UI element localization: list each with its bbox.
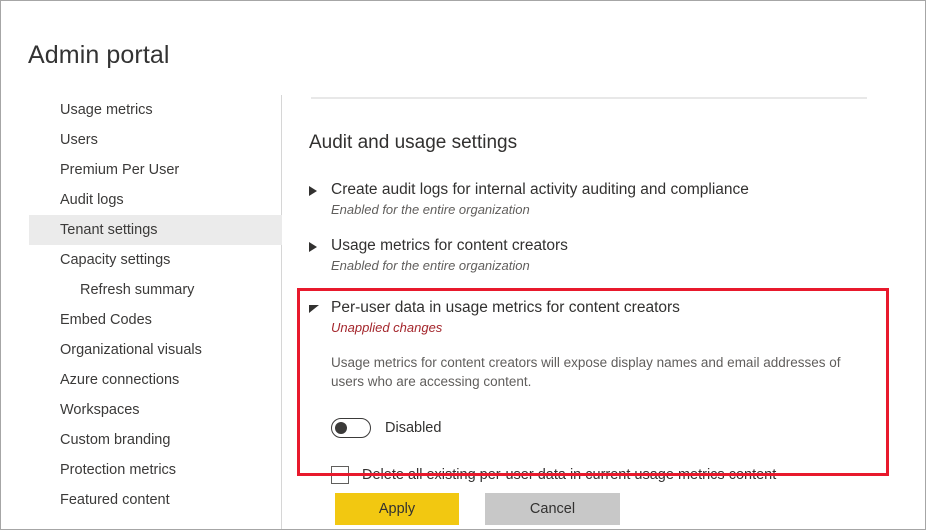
section-title: Audit and usage settings: [309, 131, 517, 155]
toggle-switch-off-icon[interactable]: [331, 418, 371, 438]
content-divider: [311, 97, 867, 99]
sidebar-item-featured-content[interactable]: Featured content: [2, 485, 282, 515]
sidebar-item-azure-connections[interactable]: Azure connections: [2, 365, 282, 395]
page-title: Admin portal: [28, 39, 170, 71]
sidebar-item-usage-metrics[interactable]: Usage metrics: [2, 95, 282, 125]
setting-header[interactable]: Usage metrics for content creators: [309, 235, 909, 256]
sidebar-item-users[interactable]: Users: [2, 125, 282, 155]
triangle-down-icon[interactable]: [309, 305, 321, 313]
main-content: Audit and usage settings Create audit lo…: [283, 95, 925, 529]
cancel-button[interactable]: Cancel: [485, 493, 620, 525]
triangle-right-icon[interactable]: [309, 186, 321, 196]
setting-description: Usage metrics for content creators will …: [331, 353, 858, 391]
sidebar-item-capacity-settings[interactable]: Capacity settings: [2, 245, 282, 275]
sidebar-item-protection-metrics[interactable]: Protection metrics: [2, 455, 282, 485]
sidebar-item-embed-codes[interactable]: Embed Codes: [2, 305, 282, 335]
triangle-right-icon[interactable]: [309, 242, 321, 252]
setting-status: Enabled for the entire organization: [331, 257, 909, 275]
sidebar-item-workspaces[interactable]: Workspaces: [2, 395, 282, 425]
delete-per-user-data-checkbox-row[interactable]: Delete all existing per-user data in cur…: [331, 466, 909, 484]
setting-header[interactable]: Per-user data in usage metrics for conte…: [309, 297, 909, 318]
checkbox-label: Delete all existing per-user data in cur…: [362, 467, 776, 483]
toggle-state-label: Disabled: [385, 420, 441, 436]
setting-status-unapplied: Unapplied changes: [331, 319, 909, 337]
sidebar-item-custom-branding[interactable]: Custom branding: [2, 425, 282, 455]
setting-status: Enabled for the entire organization: [331, 201, 909, 219]
admin-portal-window: Admin portal Usage metricsUsersPremium P…: [0, 0, 926, 530]
sidebar-nav-list: Usage metricsUsersPremium Per UserAudit …: [2, 95, 282, 515]
setting-row-per-user-data[interactable]: Per-user data in usage metrics for conte…: [309, 297, 909, 484]
per-user-data-toggle[interactable]: Disabled: [331, 418, 909, 438]
toggle-knob: [335, 422, 347, 434]
setting-header[interactable]: Create audit logs for internal activity …: [309, 179, 909, 200]
setting-row-usage-metrics[interactable]: Usage metrics for content creators Enabl…: [309, 235, 909, 275]
footer-actions: Apply Cancel: [335, 493, 620, 525]
sidebar-item-tenant-settings[interactable]: Tenant settings: [29, 215, 282, 245]
sidebar-item-organizational-visuals[interactable]: Organizational visuals: [2, 335, 282, 365]
sidebar-item-refresh-summary[interactable]: Refresh summary: [2, 275, 282, 305]
sidebar-item-premium-per-user[interactable]: Premium Per User: [2, 155, 282, 185]
apply-button[interactable]: Apply: [335, 493, 459, 525]
setting-label: Create audit logs for internal activity …: [331, 179, 749, 200]
setting-label: Usage metrics for content creators: [331, 235, 568, 256]
checkbox-unchecked-icon[interactable]: [331, 466, 349, 484]
sidebar: Usage metricsUsersPremium Per UserAudit …: [2, 95, 282, 529]
setting-row-create-audit-logs[interactable]: Create audit logs for internal activity …: [309, 179, 909, 219]
sidebar-item-audit-logs[interactable]: Audit logs: [2, 185, 282, 215]
setting-label: Per-user data in usage metrics for conte…: [331, 297, 680, 318]
setting-details-panel: Usage metrics for content creators will …: [331, 353, 909, 484]
